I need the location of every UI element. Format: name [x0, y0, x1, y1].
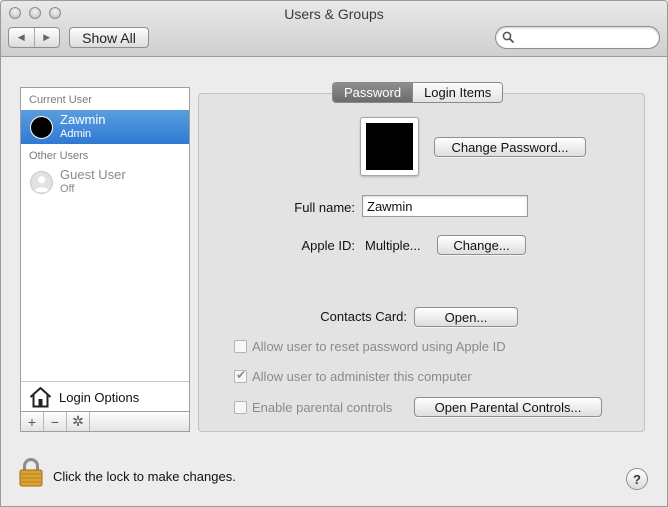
- plus-icon: +: [27, 413, 37, 430]
- parental-controls-label: Enable parental controls: [252, 399, 393, 415]
- checkmark-icon: ✔: [236, 367, 247, 382]
- full-name-field[interactable]: [362, 195, 528, 217]
- lock-message: Click the lock to make changes.: [53, 469, 236, 484]
- users-sidebar: Current User Zawmin Admin Other Users Gu…: [20, 87, 190, 432]
- forward-button[interactable]: ▶: [33, 28, 60, 47]
- user-silhouette-icon: [30, 171, 53, 194]
- minus-icon: −: [50, 413, 60, 430]
- login-options-label: Login Options: [59, 390, 140, 405]
- administer-label: Allow user to administer this computer: [252, 368, 472, 384]
- user-picture-well[interactable]: [360, 117, 419, 176]
- toolbar: Users & Groups ◀ ▶ Show All: [1, 1, 667, 57]
- change-apple-id-button[interactable]: Change...: [437, 235, 526, 255]
- parental-controls-checkbox[interactable]: [234, 400, 247, 414]
- user-row-guest[interactable]: Guest User Off: [21, 165, 189, 199]
- user-row-zawmin[interactable]: Zawmin Admin: [21, 110, 189, 144]
- search-box[interactable]: [495, 26, 660, 49]
- chevron-left-icon: ◀: [17, 32, 25, 42]
- action-menu-button[interactable]: ✲: [67, 412, 90, 431]
- user-picture: [366, 123, 413, 170]
- window-title: Users & Groups: [284, 6, 384, 22]
- add-user-button[interactable]: +: [21, 412, 44, 431]
- administer-checkbox[interactable]: ✔: [234, 367, 247, 383]
- apple-id-label: Apple ID:: [301, 238, 355, 253]
- contacts-card-label: Contacts Card:: [320, 309, 407, 324]
- change-password-button[interactable]: Change Password...: [434, 137, 586, 157]
- apple-id-value: Multiple...: [365, 238, 421, 253]
- option-administer-computer[interactable]: ✔ Allow user to administer this computer: [234, 367, 472, 385]
- avatar: [30, 116, 53, 139]
- current-user-heading: Current User: [29, 94, 92, 106]
- search-icon: [502, 31, 514, 43]
- tab-login-items[interactable]: Login Items: [412, 83, 503, 102]
- user-role: Admin: [60, 128, 92, 140]
- show-all-button[interactable]: Show All: [69, 27, 149, 48]
- chevron-right-icon: ▶: [43, 32, 51, 42]
- open-contacts-card-button[interactable]: Open...: [414, 307, 518, 327]
- remove-user-button[interactable]: −: [44, 412, 67, 431]
- house-icon: [29, 387, 52, 408]
- sidebar-footer: + − ✲: [21, 411, 189, 431]
- help-button[interactable]: ?: [626, 468, 648, 490]
- option-parental-controls[interactable]: Enable parental controls: [234, 398, 392, 416]
- reset-password-checkbox[interactable]: [234, 339, 247, 353]
- user-name: Zawmin: [60, 112, 106, 127]
- login-options-item[interactable]: Login Options: [21, 381, 189, 411]
- lock-icon[interactable]: [18, 457, 44, 487]
- open-parental-controls-button[interactable]: Open Parental Controls...: [414, 397, 602, 417]
- back-forward-control: ◀ ▶: [8, 27, 60, 48]
- users-groups-window: Users & Groups ◀ ▶ Show All Current User…: [0, 0, 668, 507]
- user-name: Guest User: [60, 167, 126, 182]
- other-users-heading: Other Users: [29, 150, 89, 162]
- back-button[interactable]: ◀: [9, 28, 34, 47]
- tab-password[interactable]: Password: [333, 83, 413, 102]
- pane-tabs: Password Login Items: [332, 82, 504, 103]
- gear-icon: ✲: [72, 413, 84, 429]
- full-name-label: Full name:: [294, 200, 355, 215]
- search-input[interactable]: [518, 29, 654, 46]
- reset-password-label: Allow user to reset password using Apple…: [252, 338, 506, 354]
- user-role: Off: [60, 183, 75, 195]
- option-reset-password-apple-id[interactable]: Allow user to reset password using Apple…: [234, 337, 506, 355]
